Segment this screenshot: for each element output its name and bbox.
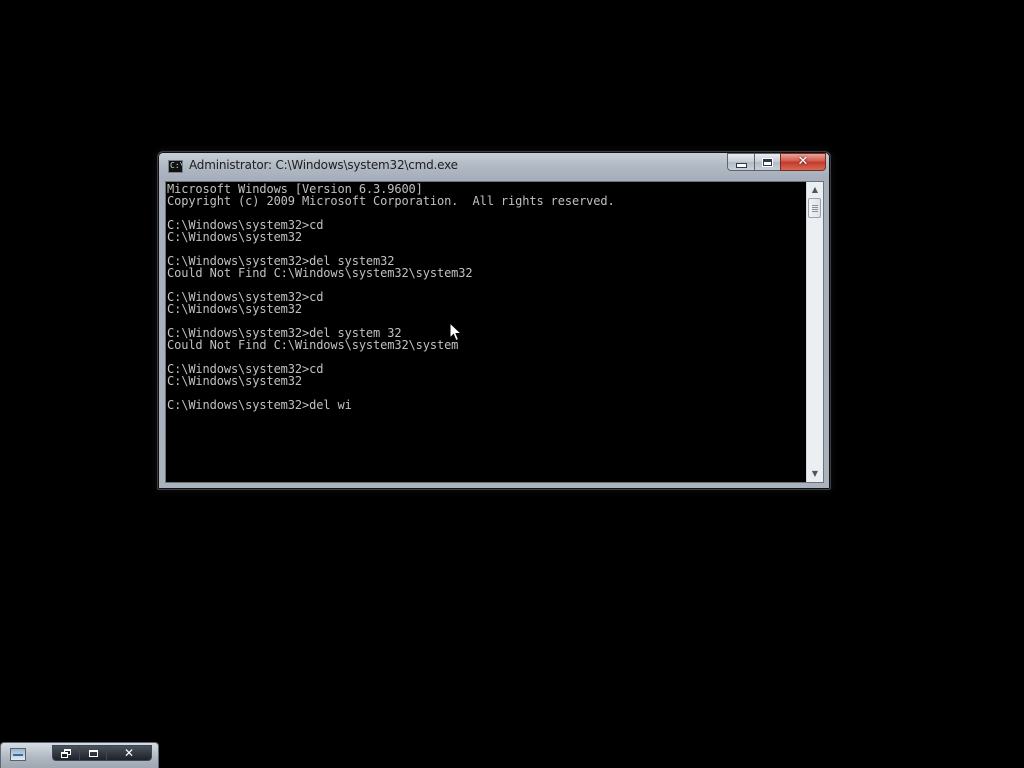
maximize-icon xyxy=(88,749,98,757)
minimized-window-label xyxy=(29,748,47,760)
window-title: Administrator: C:\Windows\system32\cmd.e… xyxy=(189,158,458,172)
cmd-window[interactable]: C:\ Administrator: C:\Windows\system32\c… xyxy=(157,151,831,490)
close-icon: ✕ xyxy=(797,154,809,169)
console-line: Copyright (c) 2009 Microsoft Corporation… xyxy=(167,194,615,208)
minimized-caption-buttons: ✕ xyxy=(52,745,152,761)
minimized-app-icon[interactable] xyxy=(10,748,26,761)
maximize-button[interactable] xyxy=(754,153,780,171)
restore-button[interactable] xyxy=(52,745,79,761)
minimize-icon xyxy=(735,162,747,168)
maximize-button[interactable] xyxy=(79,745,106,761)
grip-line xyxy=(812,211,818,212)
close-button[interactable]: ✕ xyxy=(106,745,152,761)
console-area[interactable]: Microsoft Windows [Version 6.3.9600] Copy… xyxy=(165,181,824,483)
console-line: C:\Windows\system32 xyxy=(167,302,302,316)
vertical-scrollbar[interactable]: ▲ ▼ xyxy=(806,182,823,482)
cmd-icon-glyph: C:\ xyxy=(170,161,182,170)
console-output[interactable]: Microsoft Windows [Version 6.3.9600] Copy… xyxy=(167,183,807,481)
scroll-up-arrow-icon[interactable]: ▲ xyxy=(807,182,823,198)
console-line: C:\Windows\system32 xyxy=(167,374,302,388)
grip-line xyxy=(812,207,818,208)
mouse-pointer-icon xyxy=(449,322,463,342)
caption-buttons: ✕ xyxy=(727,153,826,171)
scroll-down-arrow-icon[interactable]: ▼ xyxy=(807,466,823,482)
restore-icon xyxy=(61,748,71,758)
close-icon: ✕ xyxy=(123,746,135,760)
console-line: C:\Windows\system32 xyxy=(167,230,302,244)
console-line: Could Not Find C:\Windows\system32\syste… xyxy=(167,338,459,352)
close-button[interactable]: ✕ xyxy=(780,153,826,171)
cmd-icon[interactable]: C:\ xyxy=(168,160,183,173)
minimized-window[interactable]: ✕ xyxy=(0,742,159,768)
scroll-thumb[interactable] xyxy=(808,198,821,218)
console-line: Could Not Find C:\Windows\system32\syste… xyxy=(167,266,473,280)
minimize-button[interactable] xyxy=(727,153,754,171)
console-line: C:\Windows\system32>del wi xyxy=(167,398,352,412)
grip-line xyxy=(812,205,818,206)
title-bar[interactable]: C:\ Administrator: C:\Windows\system32\c… xyxy=(158,152,830,180)
maximize-icon xyxy=(763,158,772,166)
grip-line xyxy=(812,209,818,210)
